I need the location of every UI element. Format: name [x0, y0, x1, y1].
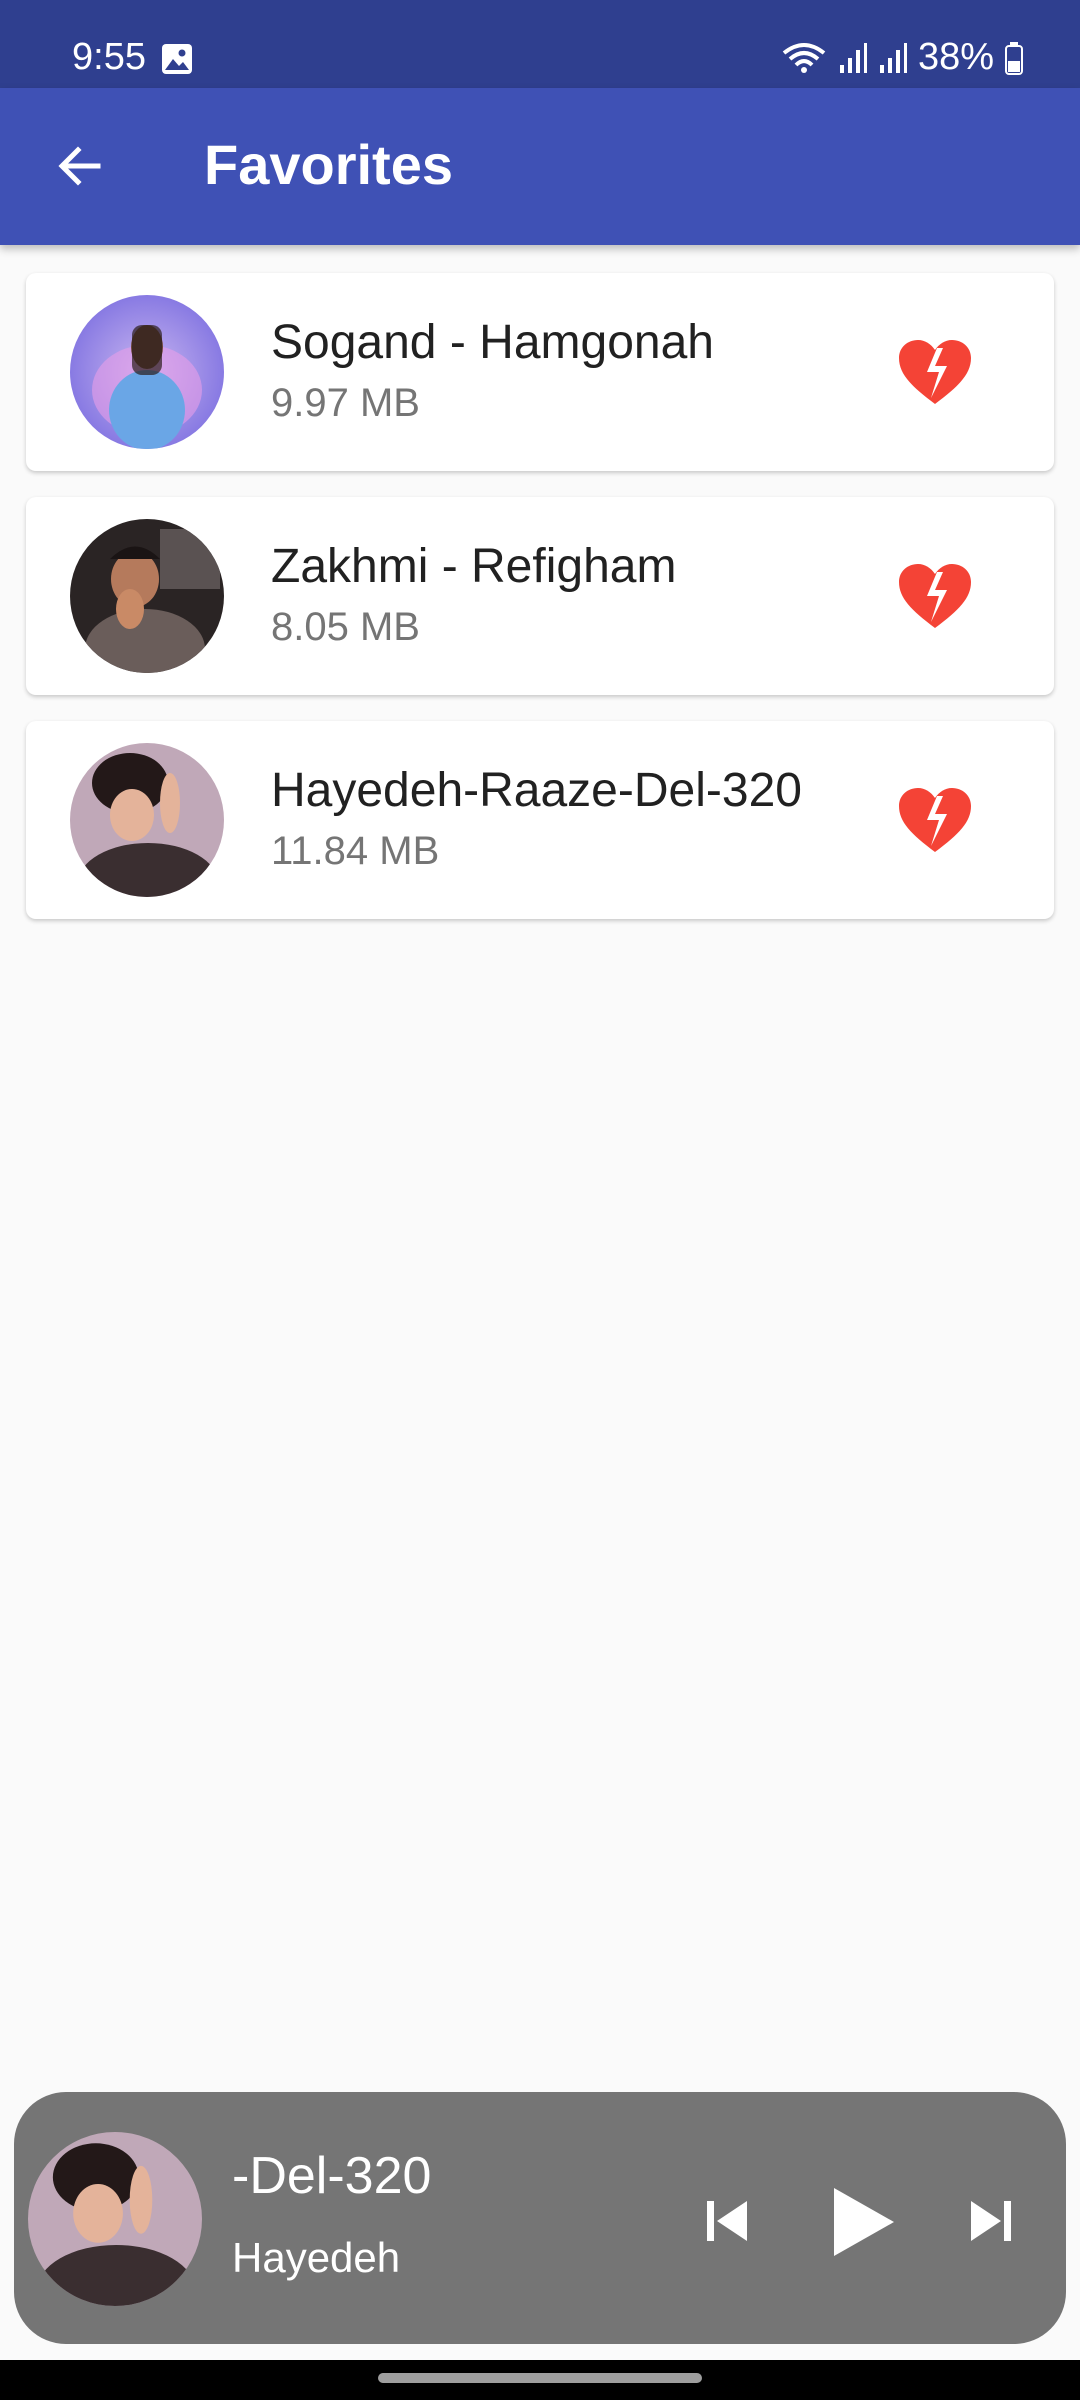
mini-player[interactable]: -Del-320 Hayedeh: [14, 2092, 1066, 2344]
now-playing-title: -Del-320: [232, 2147, 432, 2205]
battery-percent: 38%: [917, 36, 994, 78]
skip-next-icon: [971, 2201, 1011, 2241]
status-bar: 9:55 38%: [0, 0, 1080, 88]
next-button[interactable]: [946, 2176, 1036, 2266]
remove-favorite-button[interactable]: [892, 329, 978, 415]
page-title: Favorites: [204, 133, 453, 196]
song-size: 11.84 MB: [271, 829, 440, 873]
now-playing-artist: Hayedeh: [232, 2234, 401, 2281]
app-bar: Favorites: [0, 88, 1080, 245]
remove-favorite-button[interactable]: [892, 777, 978, 863]
avatar: [70, 295, 224, 449]
song-size: 8.05 MB: [271, 605, 420, 649]
image-icon: [160, 42, 194, 76]
song-title: Zakhmi - Refigham: [271, 540, 677, 593]
avatar: [70, 743, 224, 897]
status-icons: 38%: [780, 36, 1024, 79]
song-title: Hayedeh-Raaze-Del-320: [271, 764, 802, 817]
song-title: Sogand - Hamgonah: [271, 316, 714, 369]
battery-icon: [1004, 41, 1024, 75]
now-playing-artwork: [28, 2132, 202, 2306]
home-handle[interactable]: [378, 2373, 702, 2383]
remove-favorite-button[interactable]: [892, 553, 978, 639]
favorites-list: Sogand - Hamgonah 9.97 MB Zakhmi - Refig…: [26, 273, 1054, 945]
list-item[interactable]: Hayedeh-Raaze-Del-320 11.84 MB: [26, 721, 1054, 919]
avatar: [70, 519, 224, 673]
back-button[interactable]: [40, 126, 120, 206]
play-button[interactable]: [802, 2162, 922, 2282]
broken-heart-icon: [899, 340, 971, 404]
signal-icon: [878, 41, 908, 75]
song-size: 9.97 MB: [271, 381, 420, 425]
skip-previous-icon: [707, 2201, 747, 2241]
arrow-left-icon: [58, 146, 101, 186]
previous-button[interactable]: [682, 2176, 772, 2266]
signal-icon: [838, 41, 868, 75]
wifi-icon: [780, 41, 828, 75]
system-nav-bar: [0, 2360, 1080, 2400]
broken-heart-icon: [899, 564, 971, 628]
play-icon: [834, 2188, 894, 2256]
now-playing-title-marquee: -Del-320: [232, 2146, 472, 2216]
list-item[interactable]: Zakhmi - Refigham 8.05 MB: [26, 497, 1054, 695]
status-time: 9:55: [72, 36, 146, 78]
broken-heart-icon: [899, 788, 971, 852]
list-item[interactable]: Sogand - Hamgonah 9.97 MB: [26, 273, 1054, 471]
